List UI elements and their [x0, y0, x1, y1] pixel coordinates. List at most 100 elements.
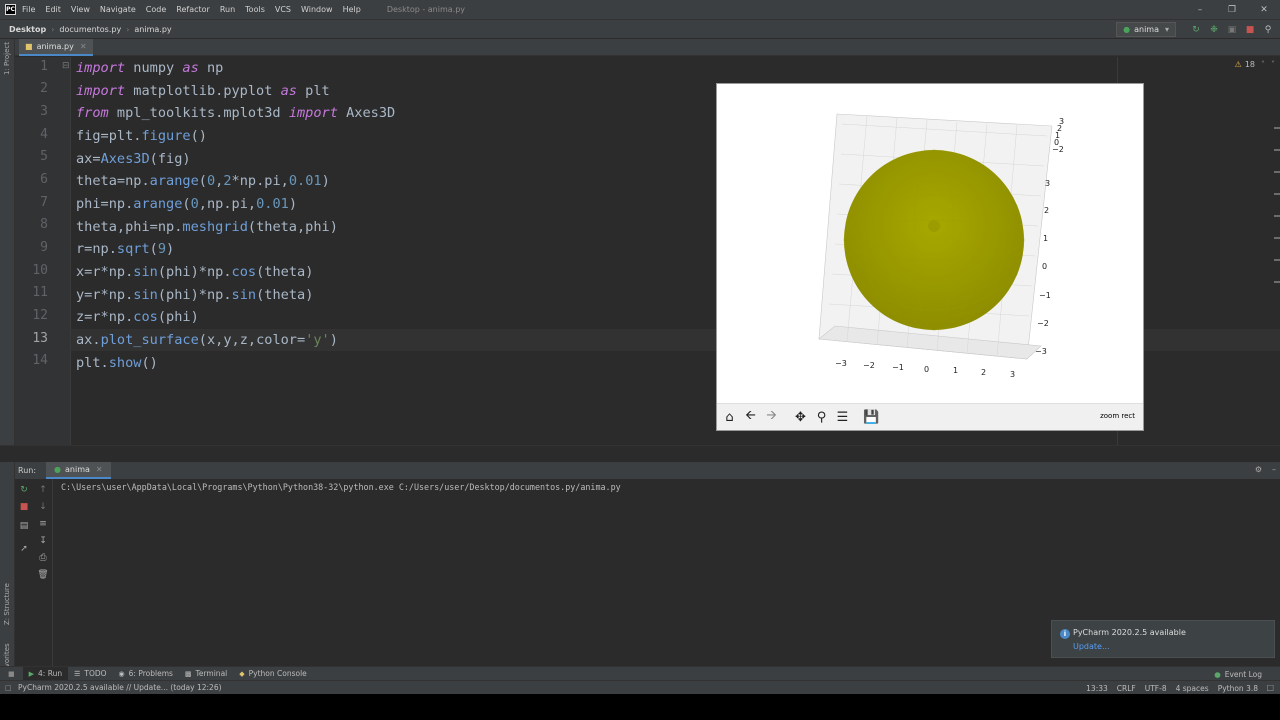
print-icon[interactable]: ⎙	[37, 552, 49, 564]
rerun-icon[interactable]: ↻	[1190, 24, 1202, 36]
close-icon[interactable]: ✕	[1248, 0, 1280, 19]
3d-sphere-plot[interactable]: −3 −2 −1 0 1 2 3 3 2 1 0 −1 −2 −3 3 2 1 …	[717, 84, 1143, 404]
breadcrumb-desktop[interactable]: Desktop	[9, 25, 46, 34]
x-tick: −1	[892, 363, 904, 372]
code-line[interactable]: fig=plt.figure()	[76, 125, 207, 147]
chevron-right-icon: ›	[126, 24, 130, 34]
trash-icon[interactable]: 🗑	[37, 569, 49, 581]
bottom-tool-tabs: ■ ▶ 4: Run ☰ TODO ◉ 6: Problems ▩ Termin…	[0, 666, 1280, 681]
matplotlib-figure-window[interactable]: −3 −2 −1 0 1 2 3 3 2 1 0 −1 −2 −3 3 2 1 …	[716, 83, 1144, 431]
file-encoding[interactable]: UTF-8	[1145, 684, 1167, 693]
python-interpreter[interactable]: Python 3.8	[1218, 684, 1258, 693]
run-label: Run:	[18, 466, 37, 475]
stop-icon[interactable]: ■	[18, 501, 30, 513]
menu-view[interactable]: View	[71, 5, 90, 14]
project-tool-button[interactable]: 1: Project	[3, 42, 11, 75]
code-line[interactable]: x=r*np.sin(phi)*np.cos(theta)	[76, 261, 313, 283]
pan-icon[interactable]: ✥	[791, 408, 810, 427]
run-configuration-select[interactable]: ● anima ▾	[1116, 22, 1176, 37]
event-log-button[interactable]: ● Event Log	[1214, 667, 1262, 681]
tab-anima-py[interactable]: ■ anima.py ✕	[19, 39, 93, 56]
menu-navigate[interactable]: Navigate	[100, 5, 136, 14]
rerun-icon[interactable]: ↻	[18, 484, 30, 496]
sphere-pole	[928, 220, 940, 232]
tab-todo-label: TODO	[84, 669, 107, 678]
menu-help[interactable]: Help	[343, 5, 361, 14]
chevron-up-icon[interactable]: ˄	[1261, 60, 1265, 69]
code-line-current[interactable]: ax.plot_surface(x,y,z,color='y')	[76, 329, 338, 351]
lock-icon[interactable]: □	[1266, 683, 1274, 692]
update-link[interactable]: Update...	[1073, 642, 1110, 651]
tool-window-splitter[interactable]	[0, 445, 1280, 462]
tab-todo[interactable]: ☰ TODO	[68, 667, 112, 681]
code-line[interactable]: ax=Axes3D(fig)	[76, 148, 191, 170]
pin-icon[interactable]: ➚	[18, 543, 30, 555]
tab-python-console-label: Python Console	[248, 669, 307, 678]
structure-tool-button[interactable]: Z: Structure	[3, 583, 11, 625]
home-icon[interactable]: ⌂	[720, 408, 739, 427]
tab-problems[interactable]: ◉ 6: Problems	[113, 667, 179, 681]
search-icon[interactable]: ⚲	[1262, 24, 1274, 36]
restore-icon[interactable]: ❐	[1216, 0, 1248, 19]
menu-tools[interactable]: Tools	[245, 5, 265, 14]
tab-run[interactable]: ▶ 4: Run	[22, 666, 69, 681]
down-arrow-icon[interactable]: ↓	[37, 501, 49, 513]
menu-edit[interactable]: Edit	[45, 5, 61, 14]
layout-icon[interactable]: ▤	[18, 520, 30, 532]
line-separator[interactable]: CRLF	[1117, 684, 1136, 693]
back-arrow-icon[interactable]: 🡨	[741, 408, 760, 427]
stop-icon[interactable]: ■	[1244, 24, 1256, 36]
breadcrumb-folder[interactable]: documentos.py	[59, 25, 121, 34]
menu-file[interactable]: File	[22, 5, 35, 14]
layout-toggle-icon[interactable]: ■	[8, 670, 15, 678]
code-line[interactable]: phi=np.arange(0,np.pi,0.01)	[76, 193, 297, 215]
inspection-widget[interactable]: ⚠ 18 ˄ ˅	[1235, 60, 1275, 69]
menu-vcs[interactable]: VCS	[275, 5, 291, 14]
subplots-config-icon[interactable]: ☰	[833, 408, 852, 427]
code-line[interactable]: import matplotlib.pyplot as plt	[76, 80, 330, 102]
code-line[interactable]: theta,phi=np.meshgrid(theta,phi)	[76, 216, 338, 238]
code-line[interactable]: plt.show()	[76, 352, 158, 374]
menu-run[interactable]: Run	[220, 5, 235, 14]
code-line[interactable]: theta=np.arange(0,2*np.pi,0.01)	[76, 170, 330, 192]
coverage-icon[interactable]: ▣	[1226, 24, 1238, 36]
close-tab-icon[interactable]: ✕	[96, 465, 103, 474]
status-bar: □ PyCharm 2020.2.5 available // Update..…	[0, 680, 1280, 694]
code-line[interactable]: r=np.sqrt(9)	[76, 238, 174, 260]
save-icon[interactable]: 💾	[862, 408, 881, 427]
run-tab-anima[interactable]: ● anima ✕	[46, 462, 111, 479]
z-tick: −2	[1052, 145, 1064, 154]
tab-python-console[interactable]: ◆ Python Console	[233, 667, 313, 681]
window-controls: – ❐ ✕	[1184, 0, 1280, 19]
menu-window[interactable]: Window	[301, 5, 333, 14]
fold-icon[interactable]: ⊟	[62, 61, 70, 71]
run-tool-window-header: Run: ● anima ✕ ⚙ –	[15, 462, 1280, 479]
soft-wrap-icon[interactable]: ≡	[37, 518, 49, 530]
zoom-icon[interactable]: ⚲	[812, 408, 831, 427]
indent-setting[interactable]: 4 spaces	[1176, 684, 1209, 693]
status-message[interactable]: PyCharm 2020.2.5 available // Update... …	[18, 683, 222, 692]
console-output-line: C:\Users\user\AppData\Local\Programs\Pyt…	[61, 482, 621, 492]
tab-terminal[interactable]: ▩ Terminal	[179, 667, 233, 681]
code-line[interactable]: import numpy as np	[76, 57, 223, 79]
chevron-down-icon[interactable]: ˅	[1271, 60, 1275, 69]
code-line[interactable]: from mpl_toolkits.mplot3d import Axes3D	[76, 102, 395, 124]
code-line[interactable]: z=r*np.cos(phi)	[76, 306, 199, 328]
update-notification[interactable]: i PyCharm 2020.2.5 available Update...	[1051, 620, 1275, 658]
close-tab-icon[interactable]: ✕	[80, 42, 87, 51]
breadcrumb-file[interactable]: anima.py	[134, 25, 171, 34]
hide-icon[interactable]: –	[1272, 465, 1276, 474]
code-line[interactable]: y=r*np.sin(phi)*np.sin(theta)	[76, 284, 313, 306]
gear-icon[interactable]: ⚙	[1255, 465, 1262, 474]
layout-icon[interactable]: □	[5, 684, 12, 692]
menu-refactor[interactable]: Refactor	[176, 5, 210, 14]
scroll-to-end-icon[interactable]: ↧	[37, 535, 49, 547]
debug-icon[interactable]: ❉	[1208, 24, 1220, 36]
forward-arrow-icon[interactable]: 🡪	[762, 408, 781, 427]
minimize-icon[interactable]: –	[1184, 0, 1216, 19]
line-number: 5	[40, 149, 48, 164]
menu-code[interactable]: Code	[146, 5, 166, 14]
caret-position[interactable]: 13:33	[1086, 684, 1108, 693]
up-arrow-icon[interactable]: ↑	[37, 484, 49, 496]
y-tick: 0	[1042, 262, 1047, 271]
